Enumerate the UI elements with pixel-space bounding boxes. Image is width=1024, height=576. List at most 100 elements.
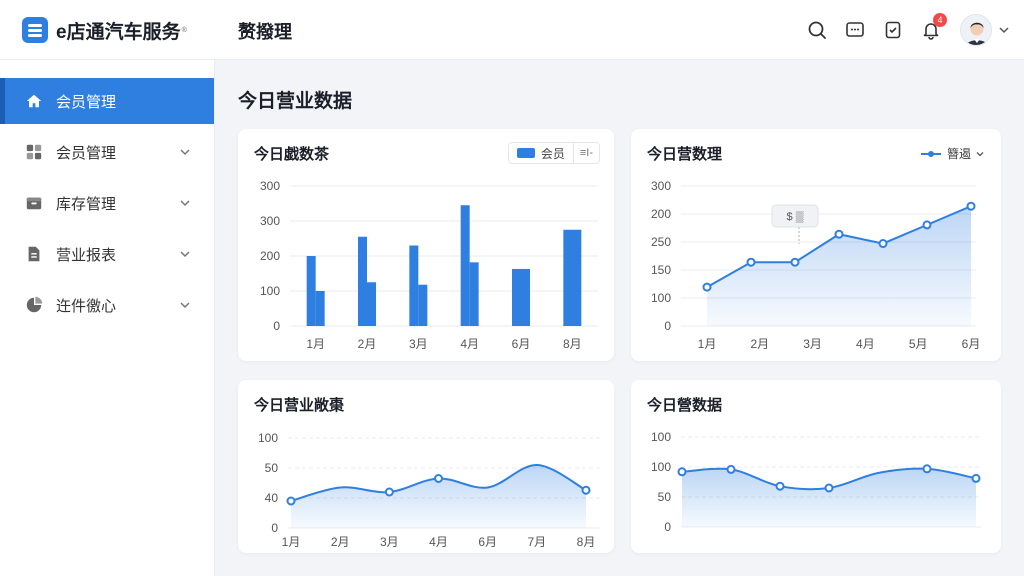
line-chart: 300 200 250 150 100 0 $ ▒ 1月 2月 3月 4月 5月 6月	[651, 179, 981, 351]
x-tick-label: 1月	[282, 535, 301, 549]
chevron-down-icon[interactable]	[998, 24, 1010, 36]
sidebar-item-reports[interactable]: 营业报表	[0, 231, 214, 277]
data-point	[922, 464, 932, 474]
data-point	[677, 467, 687, 477]
x-tick-label: 8月	[577, 535, 596, 549]
sidebar-item-inventory[interactable]: 库存管理	[0, 180, 214, 226]
x-tick-label: 1月	[306, 337, 325, 351]
y-tick-label: 200	[651, 207, 671, 221]
data-point	[726, 464, 736, 474]
y-tick-label: 0	[273, 319, 280, 333]
x-tick-label: 3月	[803, 337, 822, 351]
top-bar: e店通汽车服务 ® 赘撥理 4	[0, 0, 1024, 60]
data-point	[922, 220, 932, 230]
data-point	[581, 485, 591, 495]
trademark-mark: ®	[181, 26, 187, 34]
notification-badge: 4	[933, 13, 947, 27]
y-tick-label: 250	[651, 235, 671, 249]
y-tick-label: 300	[260, 179, 280, 193]
document-icon	[24, 244, 44, 264]
chat-icon[interactable]	[844, 19, 866, 41]
sidebar-item-label: 会员管理	[56, 93, 117, 111]
box-icon	[24, 193, 44, 213]
top-toolbar: 4	[790, 0, 1010, 60]
bar	[418, 284, 428, 326]
sidebar: 会员管理 会员管理 库存管理 营业报表 迕件徼心	[0, 60, 215, 576]
bar	[358, 236, 367, 326]
y-tick-label: 100	[651, 430, 671, 444]
search-icon[interactable]	[806, 19, 828, 41]
task-icon[interactable]	[882, 19, 904, 41]
sidebar-item-label: 会员管理	[56, 144, 117, 162]
x-tick-label: 4月	[856, 337, 875, 351]
chevron-down-icon[interactable]	[178, 145, 192, 159]
x-tick-label: 3月	[380, 535, 399, 549]
x-tick-label: 4月	[429, 535, 448, 549]
x-tick-label: 2月	[331, 535, 350, 549]
x-tick-label: 2月	[750, 337, 769, 351]
y-tick-label: 150	[651, 263, 671, 277]
x-tick-label: 3月	[409, 337, 428, 351]
pie-icon	[24, 295, 44, 315]
bar	[367, 282, 376, 326]
y-tick-label: 50	[658, 490, 672, 504]
area-chart-card-2: 今日營数据 100 100 50 0	[631, 380, 1001, 553]
logo-icon	[22, 17, 48, 43]
data-point	[971, 473, 981, 483]
y-tick-label: 100	[651, 460, 671, 474]
x-tick-label: 7月	[527, 535, 546, 549]
x-tick-label: 6月	[962, 337, 981, 351]
x-tick-label: 2月	[358, 337, 377, 351]
bar	[315, 291, 325, 326]
sidebar-item-center[interactable]: 迕件徼心	[0, 282, 214, 328]
sidebar-item-member[interactable]: 会员管理	[0, 78, 214, 124]
sidebar-item-member-2[interactable]: 会员管理	[0, 129, 214, 175]
avatar[interactable]	[960, 14, 992, 46]
y-tick-label: 100	[651, 291, 671, 305]
section-title: 今日营业数据	[238, 91, 353, 112]
data-point	[746, 257, 756, 267]
area-chart: 100 50 40 0 1月 2月 3月 4月 6月 7月 8月	[258, 431, 600, 549]
chevron-down-icon[interactable]	[178, 298, 192, 312]
home-icon	[24, 91, 44, 111]
y-tick-label: 100	[258, 431, 278, 445]
bar	[409, 245, 419, 326]
bar-chart-card: 今日戯数茶 会员 ≡I- 300 300 200 100 0 1月 2月 3月 4月 6月 8月	[238, 129, 614, 361]
y-tick-label: 50	[265, 461, 279, 475]
x-tick-label: 5月	[909, 337, 928, 351]
sidebar-item-label: 库存管理	[56, 195, 117, 213]
data-point	[790, 257, 800, 267]
y-tick-label: 0	[664, 319, 671, 333]
data-point	[966, 201, 976, 211]
data-point	[775, 481, 785, 491]
sidebar-item-label: 迕件徼心	[56, 297, 117, 315]
bell-icon[interactable]: 4	[920, 13, 947, 41]
bar	[512, 268, 530, 326]
sidebar-item-label: 营业报表	[56, 246, 117, 264]
bar	[563, 229, 582, 326]
area-chart-2: 100 100 50 0	[651, 430, 981, 534]
page-title: 赘撥理	[238, 22, 292, 42]
x-tick-label: 6月	[512, 337, 531, 351]
brand-name: e店通汽车服务	[56, 21, 181, 43]
y-tick-label: 0	[271, 521, 278, 535]
area-chart-card: 今日营业敞棗 100 50 40 0 1月 2月 3月 4月 6月 7月 8月	[238, 380, 614, 553]
x-tick-label: 4月	[460, 337, 479, 351]
data-point	[434, 474, 443, 483]
series-area	[682, 468, 976, 527]
data-point	[702, 282, 712, 292]
grid-icon	[24, 142, 44, 162]
line-chart-card: 今日营数理 簪遏 300 200 250 150 100 0 $ ▒ 1月 2月 3月 4月 5月 6月	[631, 129, 1001, 361]
bar-chart: 300 300 200 100 0 1月 2月 3月 4月 6月 8月	[260, 179, 598, 351]
data-point	[834, 229, 844, 239]
chevron-down-icon[interactable]	[178, 247, 192, 261]
y-tick-label: 200	[260, 249, 280, 263]
chevron-down-icon[interactable]	[178, 196, 192, 210]
data-point	[878, 239, 888, 249]
x-tick-label: 8月	[563, 337, 582, 351]
brand[interactable]: e店通汽车服务 ®	[0, 0, 215, 60]
bar	[469, 262, 479, 326]
bar	[306, 256, 316, 326]
x-tick-label: 1月	[698, 337, 717, 351]
tooltip-text: $ ▒	[787, 210, 804, 223]
